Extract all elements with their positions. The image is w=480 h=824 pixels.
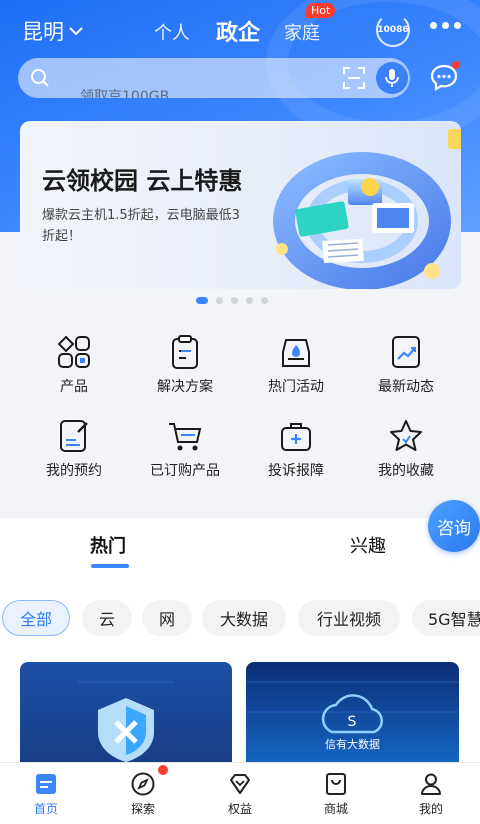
- scan-icon[interactable]: [342, 66, 366, 90]
- grid-item-label: 我的预约: [46, 463, 102, 479]
- grid-item-label: 解决方案: [157, 379, 213, 395]
- service-10086-button[interactable]: 10086: [376, 13, 410, 47]
- top-header: 昆明 个人 政企 家庭 Hot 10086: [0, 0, 480, 58]
- nav-label: 我的: [418, 802, 443, 816]
- tab-personal[interactable]: 个人: [154, 19, 190, 45]
- voice-search-button[interactable]: [376, 62, 408, 94]
- search-bar[interactable]: 领取京100GB: [18, 58, 410, 98]
- nav-label: 权益: [227, 802, 252, 816]
- chip-big-data[interactable]: 大数据: [202, 600, 286, 636]
- more-menu-button[interactable]: [430, 22, 461, 29]
- appointment-icon: [60, 420, 88, 452]
- hot-badge: Hot: [306, 3, 336, 18]
- cart-icon: [169, 423, 202, 451]
- grid-item-hot-activity[interactable]: 热门活动: [246, 334, 346, 396]
- diamond-icon: [230, 774, 250, 794]
- content-tabs: 热门 兴趣: [0, 518, 480, 580]
- search-icon: [31, 69, 49, 87]
- compass-icon: [131, 772, 155, 796]
- nav-label: 首页: [33, 802, 58, 816]
- tab-enterprise[interactable]: 政企: [216, 15, 260, 47]
- explore-notification-dot: [158, 765, 168, 775]
- trend-icon: [392, 336, 420, 368]
- shopping-bag-icon: [326, 773, 346, 795]
- chip-industry-video[interactable]: 行业视频: [298, 600, 400, 636]
- grid-item-my-appointment[interactable]: 我的预约: [24, 418, 124, 480]
- clipboard-icon: [172, 335, 198, 369]
- city-name: 昆明: [22, 20, 64, 44]
- chip-5g-smart[interactable]: 5G智慧: [412, 600, 480, 636]
- home-icon: [36, 774, 56, 794]
- bottom-navigation: 首页 探索 权益 商城 我的: [0, 762, 480, 824]
- grid-item-label: 热门活动: [268, 379, 324, 395]
- banner-illustration: [273, 129, 461, 289]
- card-caption: 信有大数据: [325, 738, 380, 751]
- nav-explore[interactable]: 探索: [103, 771, 183, 817]
- pagination-dot[interactable]: [246, 297, 253, 304]
- microphone-icon: [385, 69, 399, 87]
- chip-network[interactable]: 网: [142, 600, 192, 636]
- search-placeholder: 领取京100GB: [80, 89, 170, 98]
- content-card-security[interactable]: [20, 662, 232, 762]
- nav-home[interactable]: 首页: [6, 771, 86, 817]
- grid-item-complaint[interactable]: 投诉报障: [246, 418, 346, 480]
- grid-item-label: 最新动态: [378, 379, 434, 395]
- promo-banner[interactable]: 云领校园 云上特惠 爆款云主机1.5折起，云电脑最低3折起！: [20, 121, 461, 289]
- dot-icon: [454, 22, 461, 29]
- grid-item-product[interactable]: 产品: [24, 334, 124, 396]
- user-icon: [421, 773, 441, 795]
- tab-family[interactable]: 家庭: [284, 19, 320, 45]
- tab-hot[interactable]: 热门: [90, 532, 126, 558]
- pagination-dot[interactable]: [231, 297, 238, 304]
- nav-benefits[interactable]: 权益: [200, 771, 280, 817]
- grid-item-solutions[interactable]: 解决方案: [135, 334, 235, 396]
- dot-icon: [442, 22, 449, 29]
- nav-label: 商城: [323, 802, 348, 816]
- grid-item-label: 已订购产品: [150, 463, 220, 479]
- chip-all[interactable]: 全部: [2, 600, 70, 636]
- dot-icon: [430, 22, 437, 29]
- shield-icon: [78, 681, 174, 762]
- banner-pagination: [196, 297, 268, 304]
- grid-item-label: 产品: [60, 379, 88, 395]
- banner-subtitle: 爆款云主机1.5折起，云电脑最低3折起！: [42, 208, 240, 244]
- grid-item-label: 投诉报障: [268, 463, 324, 479]
- grid-item-favorites[interactable]: 我的收藏: [356, 418, 456, 480]
- nav-mall[interactable]: 商城: [296, 771, 376, 817]
- svg-text:S: S: [348, 714, 357, 730]
- grid-item-label: 我的收藏: [378, 463, 434, 479]
- grid-item-ordered-products[interactable]: 已订购产品: [135, 418, 235, 480]
- chevron-down-icon: [69, 27, 83, 36]
- first-aid-icon: [281, 423, 311, 451]
- grid-item-latest-news[interactable]: 最新动态: [356, 334, 456, 396]
- message-unread-dot: [452, 61, 460, 69]
- tab-interest[interactable]: 兴趣: [350, 532, 386, 558]
- product-grid-icon: [57, 335, 90, 368]
- star-icon: [390, 420, 422, 451]
- pagination-dot[interactable]: [216, 297, 223, 304]
- consult-button[interactable]: 咨询: [428, 500, 480, 552]
- chip-cloud[interactable]: 云: [82, 600, 132, 636]
- pagination-dot[interactable]: [261, 297, 268, 304]
- content-card-big-data[interactable]: S 信有大数据: [246, 662, 459, 762]
- nav-profile[interactable]: 我的: [391, 771, 471, 817]
- city-selector[interactable]: 昆明: [22, 16, 84, 46]
- active-tab-indicator: [91, 564, 129, 568]
- nav-label: 探索: [130, 802, 155, 816]
- pagination-dot[interactable]: [196, 297, 208, 304]
- hot-activity-icon: [282, 339, 310, 367]
- banner-title: 云领校园 云上特惠: [42, 167, 243, 195]
